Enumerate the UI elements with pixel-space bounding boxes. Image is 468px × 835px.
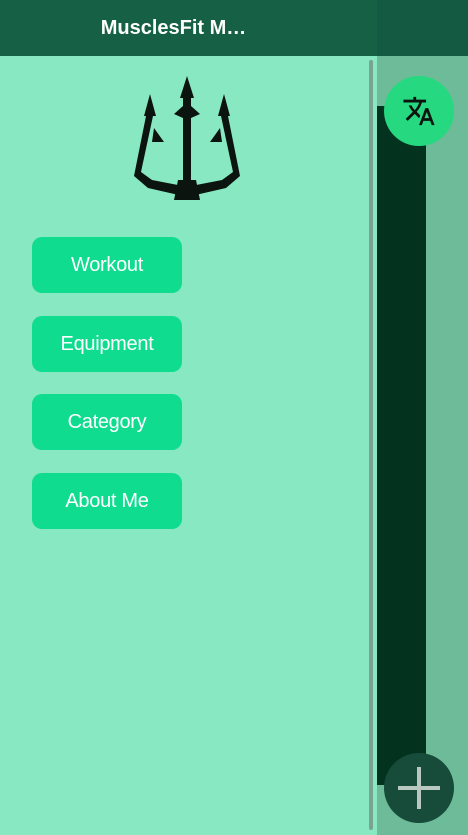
plus-icon <box>398 767 440 809</box>
drawer-header: MusclesFit M… <box>0 0 377 56</box>
menu-button-equipment[interactable]: Equipment <box>32 316 182 372</box>
trident-icon <box>134 76 240 200</box>
menu-button-category[interactable]: Category <box>32 394 182 450</box>
drawer-scrollbar[interactable] <box>369 60 373 830</box>
menu-button-workout[interactable]: Workout <box>32 237 182 293</box>
drawer-title: MusclesFit M… <box>100 16 247 39</box>
translate-icon <box>403 96 435 126</box>
translate-button[interactable] <box>384 76 454 146</box>
content-panel <box>377 106 426 785</box>
add-button[interactable] <box>384 753 454 823</box>
menu-button-about-me[interactable]: About Me <box>32 473 182 529</box>
navigation-drawer: MusclesFit M… Workout Equipment Category… <box>0 0 377 835</box>
